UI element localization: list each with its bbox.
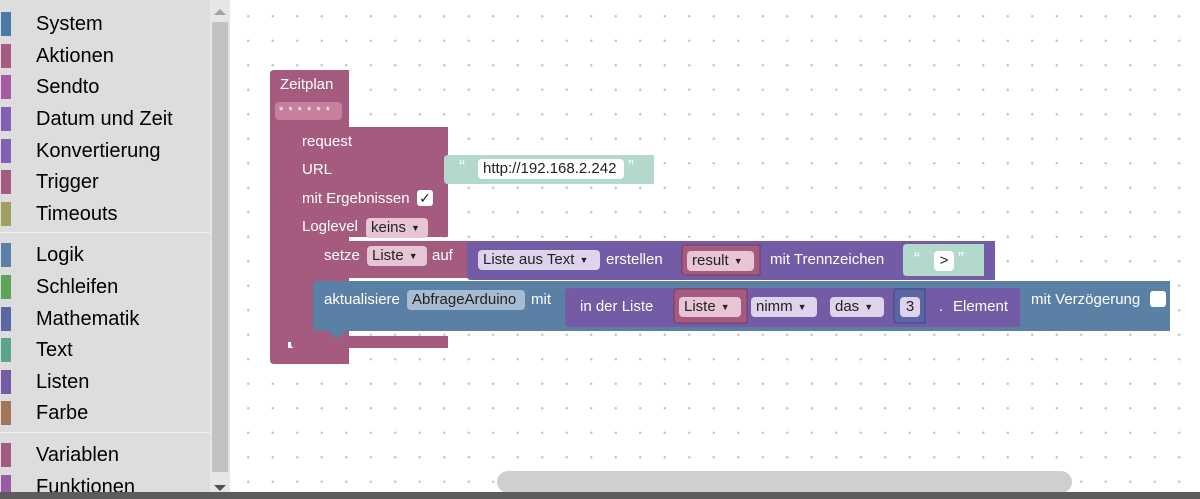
block-shapes: [270, 70, 1170, 364]
the-value: das: [835, 298, 860, 315]
result-variable-dropdown[interactable]: result ▼: [687, 251, 754, 271]
index-input[interactable]: 3: [900, 297, 920, 317]
quote-open-icon: “: [914, 249, 920, 269]
request-title: request: [302, 133, 353, 150]
dot-label: .: [939, 298, 944, 315]
loglevel-dropdown[interactable]: keins ▼: [366, 218, 428, 238]
set-label: setze: [324, 247, 360, 264]
delimiter-input[interactable]: >: [934, 251, 954, 271]
url-label: URL: [302, 161, 333, 178]
list-variable-name: Liste: [684, 298, 716, 315]
workspace-horizontal-scrollbar[interactable]: [497, 471, 1072, 493]
url-input[interactable]: http://192.168.2.242: [478, 159, 624, 179]
take-value: nimm: [756, 298, 793, 315]
chevron-down-icon: ▼: [797, 302, 807, 312]
list-variable-dropdown[interactable]: Liste ▼: [679, 297, 741, 317]
set-variable-name: Liste: [372, 247, 404, 264]
chevron-down-icon: ▼: [411, 223, 420, 233]
with-results-label: mit Ergebnissen: [302, 190, 410, 207]
chevron-down-icon: ▼: [720, 302, 730, 312]
loglevel-label: Loglevel: [302, 218, 358, 235]
take-dropdown[interactable]: nimm ▼: [751, 297, 817, 317]
list-from-text-dropdown[interactable]: Liste aus Text ▼: [478, 250, 600, 270]
update-label: aktualisiere: [324, 291, 400, 308]
delimiter-label: mit Trennzeichen: [770, 251, 885, 268]
with-results-checkbox[interactable]: ✓: [417, 190, 433, 206]
in-list-label: in der Liste: [580, 298, 654, 315]
bottom-border: [0, 492, 1200, 499]
quote-open-icon: “: [459, 157, 465, 177]
to-label: auf: [432, 247, 453, 264]
loglevel-value: keins: [371, 219, 407, 236]
chevron-down-icon: ▼: [864, 302, 874, 312]
quote-close-icon: ”: [958, 249, 964, 269]
delay-checkbox[interactable]: [1150, 291, 1166, 307]
schedule-title: Zeitplan: [280, 76, 334, 93]
element-label: Element: [953, 298, 1009, 315]
chevron-down-icon: ▼: [408, 251, 418, 261]
create-label: erstellen: [606, 251, 663, 268]
with-label: mit: [531, 291, 551, 308]
set-variable-dropdown[interactable]: Liste ▼: [367, 246, 427, 266]
result-variable-name: result: [692, 252, 729, 269]
quote-close-icon: ”: [628, 157, 634, 177]
chevron-down-icon: ▼: [733, 256, 743, 266]
update-object-field[interactable]: AbfrageArduino: [407, 290, 525, 310]
the-dropdown[interactable]: das ▼: [830, 297, 884, 317]
chevron-down-icon: ▼: [579, 255, 589, 265]
list-from-text-value: Liste aus Text: [483, 251, 575, 268]
cron-field[interactable]: * * * * * *: [275, 102, 342, 120]
delay-label: mit Verzögerung: [1031, 291, 1141, 308]
